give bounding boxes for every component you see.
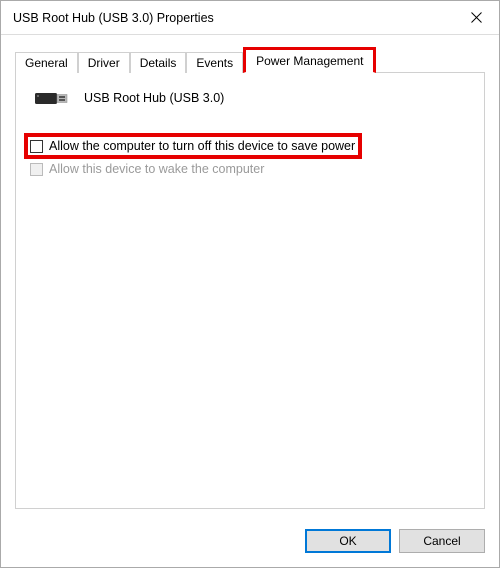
wake-checkbox xyxy=(30,163,43,176)
button-row: OK Cancel xyxy=(1,519,499,567)
tab-driver[interactable]: Driver xyxy=(78,52,130,73)
window-title: USB Root Hub (USB 3.0) Properties xyxy=(13,11,453,25)
tab-general[interactable]: General xyxy=(15,52,78,73)
content-area: General Driver Details Events Power Mana… xyxy=(1,35,499,519)
tab-panel: USB Root Hub (USB 3.0) Allow the compute… xyxy=(15,72,485,509)
wake-label: Allow this device to wake the computer xyxy=(49,162,264,176)
close-button[interactable] xyxy=(453,1,499,35)
properties-window: USB Root Hub (USB 3.0) Properties Genera… xyxy=(0,0,500,568)
tab-details[interactable]: Details xyxy=(130,52,187,73)
device-header: USB Root Hub (USB 3.0) xyxy=(34,87,472,109)
close-icon xyxy=(471,12,482,23)
tab-events[interactable]: Events xyxy=(186,52,243,73)
tab-power-management[interactable]: Power Management xyxy=(243,47,376,73)
turn-off-option[interactable]: Allow the computer to turn off this devi… xyxy=(24,133,362,159)
usb-hub-icon xyxy=(34,87,70,109)
ok-button[interactable]: OK xyxy=(305,529,391,553)
turn-off-label: Allow the computer to turn off this devi… xyxy=(49,139,355,153)
wake-option: Allow this device to wake the computer xyxy=(28,161,472,177)
titlebar[interactable]: USB Root Hub (USB 3.0) Properties xyxy=(1,1,499,35)
turn-off-checkbox[interactable] xyxy=(30,140,43,153)
device-name: USB Root Hub (USB 3.0) xyxy=(84,91,224,105)
cancel-button[interactable]: Cancel xyxy=(399,529,485,553)
tab-strip: General Driver Details Events Power Mana… xyxy=(15,47,485,72)
